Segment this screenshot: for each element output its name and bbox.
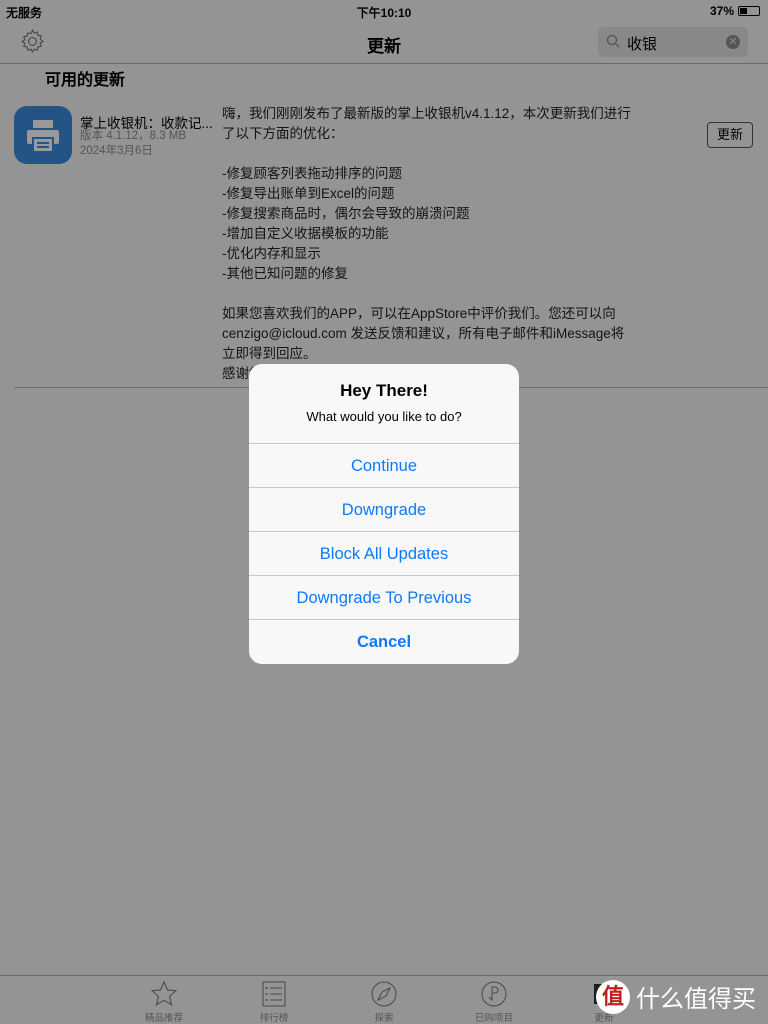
watermark-logo: 值 什么值得买 — [596, 979, 756, 1014]
continue-button[interactable]: Continue — [249, 443, 519, 487]
alert-dialog: Hey There! What would you like to do? Co… — [249, 364, 519, 664]
watermark-text: 什么值得买 — [636, 986, 756, 1013]
alert-message: What would you like to do? — [306, 409, 462, 424]
cancel-button[interactable]: Cancel — [249, 619, 519, 663]
downgrade-button[interactable]: Downgrade — [249, 487, 519, 531]
alert-title: Hey There! — [340, 381, 428, 400]
downgrade-to-previous-button[interactable]: Downgrade To Previous — [249, 575, 519, 619]
watermark-badge: 值 — [596, 979, 630, 1014]
block-all-updates-button[interactable]: Block All Updates — [249, 531, 519, 575]
